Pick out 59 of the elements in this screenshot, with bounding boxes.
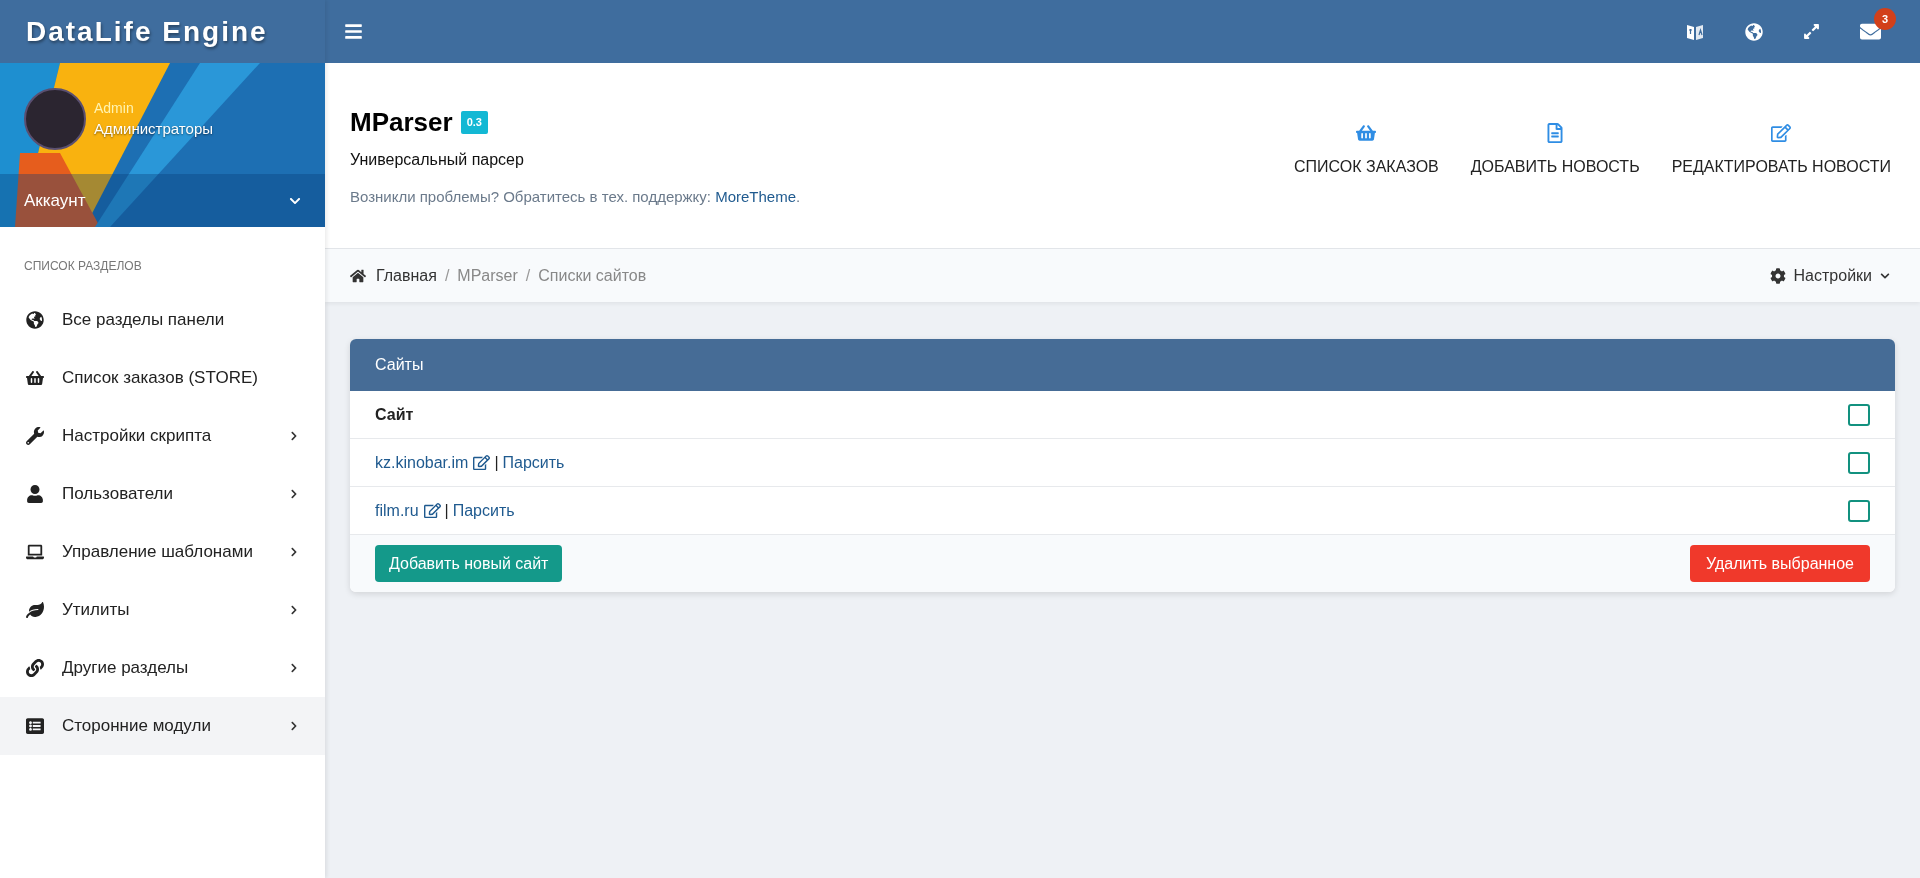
breadcrumb-separator: / [444,265,450,286]
header-action-link[interactable]: СПИСОК ЗАКАЗОВ [1294,122,1439,179]
sidebar-item[interactable]: Сторонние модули [0,697,325,755]
leaf-icon [26,601,44,619]
sidebar-item[interactable]: Пользователи [0,465,325,523]
globe-icon[interactable] [1745,22,1763,41]
document-icon [1545,122,1566,143]
breadcrumb-separator: / [525,265,531,286]
basket-icon [26,369,44,387]
sidebar-item[interactable]: Список заказов (STORE) [0,349,325,407]
breadcrumb-link[interactable]: MParser [457,263,518,288]
home-icon [350,267,366,284]
checkbox[interactable] [1848,451,1870,474]
support-link[interactable]: MoreTheme [715,187,797,205]
checkbox[interactable] [1848,403,1870,426]
sidebar-item[interactable]: Управление шаблонами [0,523,325,581]
mail-icon[interactable] [1860,21,1881,42]
parse-link[interactable]: Парсить [452,498,515,523]
sidebar-item[interactable]: Настройки скрипта [0,407,325,465]
checkbox[interactable] [1848,499,1870,522]
breadcrumb-current-page: Списки сайтов [538,265,647,286]
page-subtitle: Универсальный парсер [350,149,525,170]
site-link[interactable]: kz.kinobar.im [375,450,469,475]
link-icon [26,659,44,677]
sidebar-heading: СПИСОК РАЗДЕЛОВ [23,258,143,275]
list-icon [26,717,44,735]
breadcrumb-link[interactable]: Главная [376,263,437,288]
site-link[interactable]: film.ru [375,498,419,523]
settings-icon [1769,267,1786,284]
account-dropdown[interactable]: Аккаунт [0,174,325,227]
laptop-icon [26,543,44,561]
user-icon [26,485,44,503]
basket-icon [1356,122,1377,143]
edit-icon[interactable] [473,454,491,471]
header-action-link[interactable]: ДОБАВИТЬ НОВОСТЬ [1470,122,1640,179]
fullscreen-icon[interactable] [1803,23,1820,40]
sidebar-item[interactable]: Все разделы панели [0,291,325,349]
sidebar-item[interactable]: Утилиты [0,581,325,639]
menu-icon[interactable] [344,22,363,41]
wrench-icon [26,427,44,445]
globe-icon [26,311,44,329]
add-site-button[interactable]: Добавить новый сайт [375,545,563,582]
edit-icon[interactable] [423,502,441,519]
card-header: Сайты [350,339,1895,391]
header-action-link[interactable]: РЕДАКТИРОВАТЬ НОВОСТИ [1671,122,1891,179]
user-name: Admin [94,99,135,118]
parse-link[interactable]: Парсить [502,450,565,475]
sidebar-item[interactable]: Другие разделы [0,639,325,697]
edit-icon [1771,122,1792,143]
settings-dropdown[interactable]: Настройки [1769,263,1895,288]
version-badge: 0.3 [460,111,488,134]
notification-badge: 3 [1874,8,1896,30]
column-header: Сайт [375,404,414,425]
separator: | [444,500,449,521]
separator: | [494,452,499,473]
page-title: MParser [350,105,453,139]
support-text: Возникли проблемы? Обратитесь в тех. поддержку: MoreTheme. [350,186,801,207]
delete-selected-button[interactable]: Удалить выбранное [1690,545,1870,582]
chevron-down-icon [1880,270,1890,281]
